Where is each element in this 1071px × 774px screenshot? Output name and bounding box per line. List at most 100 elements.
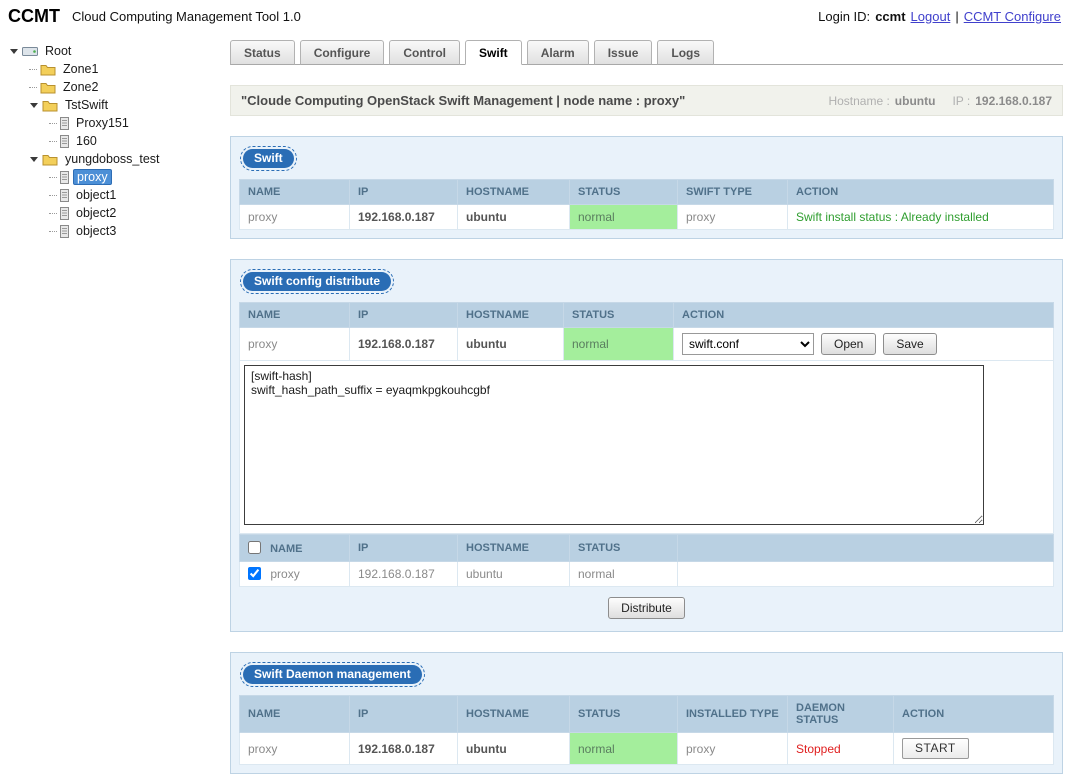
col-header-hostname: HOSTNAME (457, 695, 570, 733)
tab-status[interactable]: Status (230, 40, 295, 65)
cell-status: normal (569, 561, 678, 587)
cell-name: proxy (239, 732, 350, 765)
tree-item-tstswift[interactable]: TstSwift (8, 96, 230, 114)
host-info: Hostname : ubuntu IP : 192.168.0.187 (828, 94, 1052, 108)
collapse-icon[interactable] (10, 48, 18, 54)
tab-alarm[interactable]: Alarm (526, 40, 589, 65)
tree-item-object2[interactable]: object2 (8, 204, 230, 222)
server-icon (60, 188, 69, 202)
col-header-swift-type: SWIFT TYPE (677, 179, 788, 205)
table-row: proxy 192.168.0.187 ubuntu normal swift.… (239, 327, 1054, 361)
open-button[interactable]: Open (821, 333, 877, 355)
save-button[interactable]: Save (883, 333, 937, 355)
tree-item-yungdoboss-test[interactable]: yungdoboss_test (8, 150, 230, 168)
page-title: "Cloude Computing OpenStack Swift Manage… (241, 93, 686, 108)
tree-connector (49, 140, 57, 142)
collapse-icon[interactable] (30, 156, 38, 162)
tree-item-label[interactable]: Zone1 (60, 61, 101, 77)
row-checkbox[interactable] (248, 567, 261, 580)
collapse-icon[interactable] (30, 102, 38, 108)
tab-logs[interactable]: Logs (657, 40, 715, 65)
cell-daemon-status: Stopped (787, 732, 894, 765)
server-icon (60, 134, 69, 148)
ip-label: IP : (952, 93, 971, 108)
tab-bar: Status Configure Control Swift Alarm Iss… (230, 32, 1063, 65)
col-header-name-label: NAME (270, 543, 303, 555)
page-header: "Cloude Computing OpenStack Swift Manage… (230, 85, 1063, 116)
tree-item-label[interactable]: object2 (73, 205, 119, 221)
tree-item-label[interactable]: TstSwift (62, 97, 111, 113)
content-area: Status Configure Control Swift Alarm Iss… (230, 32, 1063, 774)
col-header-daemon-status: DAEMON STATUS (787, 695, 894, 733)
col-header-hostname: HOSTNAME (457, 179, 570, 205)
cell-ip: 192.168.0.187 (349, 204, 458, 230)
swift-section-badge: Swift (240, 146, 297, 171)
tree-item-label[interactable]: object3 (73, 223, 119, 239)
tree-item-object1[interactable]: object1 (8, 186, 230, 204)
start-button[interactable]: START (902, 738, 969, 759)
swift-table: NAME IP HOSTNAME STATUS SWIFT TYPE ACTIO… (239, 179, 1054, 230)
daemon-section: Swift Daemon management NAME IP HOSTNAME… (230, 652, 1063, 774)
distribute-table-header: NAME IP HOSTNAME STATUS (239, 534, 1054, 562)
cell-name: proxy (239, 561, 350, 587)
cell-hostname: ubuntu (457, 561, 570, 587)
tree-item-label[interactable]: 160 (73, 133, 100, 149)
tab-swift[interactable]: Swift (465, 40, 522, 65)
col-header-name: NAME (239, 179, 350, 205)
tree-item-proxy151[interactable]: Proxy151 (8, 114, 230, 132)
tree-item-label-selected[interactable]: proxy (73, 169, 112, 185)
swift-section: Swift NAME IP HOSTNAME STATUS SWIFT TYPE… (230, 136, 1063, 239)
cell-installed-type: proxy (677, 732, 788, 765)
tree-connector (49, 176, 57, 178)
cell-status: normal (569, 204, 678, 230)
tree-item-label[interactable]: Proxy151 (73, 115, 132, 131)
tree-item-proxy[interactable]: proxy (8, 168, 230, 186)
daemon-table-header: NAME IP HOSTNAME STATUS INSTALLED TYPE D… (239, 695, 1054, 733)
tree-connector (29, 68, 37, 70)
select-all-checkbox[interactable] (248, 541, 261, 554)
tab-issue[interactable]: Issue (593, 40, 653, 65)
cell-hostname: ubuntu (457, 204, 570, 230)
tree-item-zone2[interactable]: Zone2 (8, 78, 230, 96)
tab-configure[interactable]: Configure (299, 40, 385, 65)
tree-connector (49, 230, 57, 232)
app-title: Cloud Computing Management Tool 1.0 (72, 8, 301, 24)
ccmt-configure-link[interactable]: CCMT Configure (964, 9, 1061, 24)
login-label: Login ID: (818, 8, 871, 24)
cell-action: START (893, 732, 1054, 765)
tree-item-160[interactable]: 160 (8, 132, 230, 150)
config-action-controls: swift.conf Open Save (682, 333, 1045, 355)
tree-item-object3[interactable]: object3 (8, 222, 230, 240)
config-textarea[interactable]: [swift-hash] swift_hash_path_suffix = ey… (244, 365, 984, 525)
col-header-ip: IP (349, 302, 458, 328)
table-row: proxy 192.168.0.187 ubuntu normal (239, 561, 1054, 587)
tree-item-root[interactable]: Root (8, 42, 230, 60)
config-editor-area: [swift-hash] swift_hash_path_suffix = ey… (239, 361, 1054, 534)
folder-icon (40, 63, 56, 76)
topbar-right: Login ID: ccmt Logout | CCMT Configure (818, 9, 1061, 24)
server-icon (60, 224, 69, 238)
cell-swift-type: proxy (677, 204, 788, 230)
tree-connector (49, 194, 57, 196)
tree-item-label[interactable]: Zone2 (60, 79, 101, 95)
distribute-button[interactable]: Distribute (608, 597, 685, 619)
tree-item-label[interactable]: Root (42, 43, 74, 59)
daemon-section-badge: Swift Daemon management (240, 662, 425, 687)
config-file-select[interactable]: swift.conf (682, 333, 814, 355)
logout-link[interactable]: Logout (911, 9, 951, 24)
tree-item-label[interactable]: object1 (73, 187, 119, 203)
col-header-ip: IP (349, 534, 458, 562)
tab-control[interactable]: Control (389, 40, 461, 65)
cell-empty (677, 561, 1054, 587)
cell-status: normal (569, 732, 678, 765)
tree-item-label[interactable]: yungdoboss_test (62, 151, 163, 167)
cell-action: swift.conf Open Save (673, 327, 1054, 361)
col-header-action: ACTION (673, 302, 1054, 328)
sidebar-tree: Root Zone1 Zone2 TstSwift Proxy151 160 y… (0, 32, 230, 240)
cell-install-status: Swift install status : Already installed (787, 204, 1054, 230)
config-table-header: NAME IP HOSTNAME STATUS ACTION (239, 302, 1054, 328)
col-header-name: NAME (239, 695, 350, 733)
tree-item-zone1[interactable]: Zone1 (8, 60, 230, 78)
swift-table-header: NAME IP HOSTNAME STATUS SWIFT TYPE ACTIO… (239, 179, 1054, 205)
cell-hostname: ubuntu (457, 327, 564, 361)
